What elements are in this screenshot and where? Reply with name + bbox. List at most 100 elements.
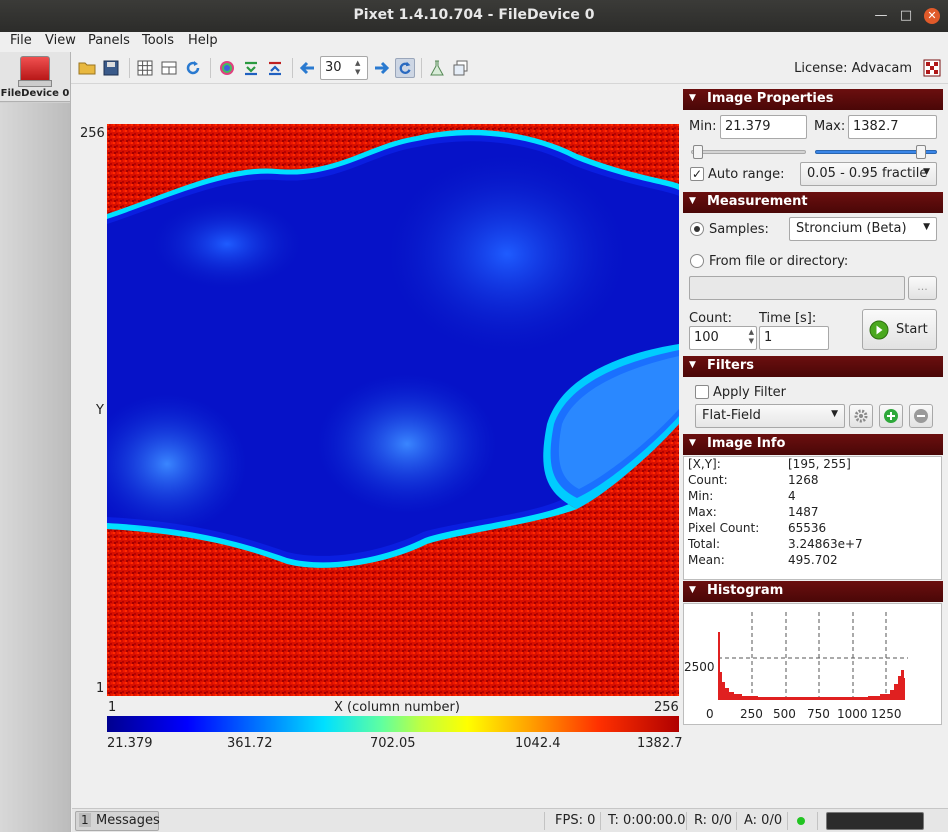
info-row: [X,Y]: [195, 255]	[688, 457, 938, 473]
maximize-button[interactable]: □	[898, 8, 914, 24]
menubar: File View Panels Tools Help	[0, 32, 948, 52]
y-min-label: 1	[96, 681, 105, 696]
info-key: Max:	[688, 505, 717, 519]
filter-settings-button[interactable]	[849, 404, 873, 428]
info-row: Pixel Count: 65536	[688, 521, 938, 537]
open-folder-icon[interactable]	[77, 58, 97, 78]
hist-y-tick: 2500	[684, 660, 715, 674]
info-value: 3.24863e+7	[788, 537, 863, 551]
auto-range-checkbox[interactable]: ✓	[690, 167, 704, 181]
measurement-header[interactable]: Measurement	[683, 192, 943, 213]
progress-bar	[826, 812, 924, 830]
info-row: Count: 1268	[688, 473, 938, 489]
colorbar-tick: 1042.4	[515, 736, 561, 751]
hist-x-tick: 250	[740, 707, 763, 721]
colorbar-tick: 1382.7	[637, 736, 683, 751]
filter-select[interactable]: Flat-Field ▼	[695, 404, 845, 428]
menu-file[interactable]: File	[10, 33, 32, 48]
sort-up-icon[interactable]	[265, 58, 285, 78]
time-input[interactable]: 1	[759, 326, 829, 350]
count-label: Count:	[689, 311, 732, 326]
auto-refresh-icon[interactable]	[395, 58, 415, 78]
info-row: Min: 4	[688, 489, 938, 505]
hist-x-tick: 750	[807, 707, 830, 721]
browse-button[interactable]: ...	[908, 276, 937, 300]
close-button[interactable]: ✕	[924, 8, 940, 24]
from-file-radio[interactable]	[690, 254, 704, 268]
spin-arrows-icon[interactable]: ▲ ▼	[355, 59, 365, 77]
info-row: Total: 3.24863e+7	[688, 537, 938, 553]
a-status: A: 0/0	[744, 813, 783, 828]
device-sidebar: FileDevice 0	[0, 52, 71, 832]
min-slider[interactable]	[691, 145, 806, 159]
apply-filter-checkbox[interactable]	[695, 385, 709, 399]
save-icon[interactable]	[101, 58, 121, 78]
info-key: Pixel Count:	[688, 521, 760, 535]
chevron-down-icon: ▼	[923, 222, 930, 232]
sort-down-icon[interactable]	[241, 58, 261, 78]
chevron-down-icon: ▼	[923, 167, 930, 177]
arrow-right-icon[interactable]	[371, 58, 391, 78]
remove-filter-button[interactable]	[909, 404, 933, 428]
advacam-logo-icon	[923, 59, 941, 77]
max-slider[interactable]	[815, 145, 937, 159]
flask-icon[interactable]	[427, 58, 447, 78]
menu-view[interactable]: View	[45, 33, 76, 48]
colorbar-tick: 702.05	[370, 736, 416, 751]
menu-tools[interactable]: Tools	[142, 33, 174, 48]
samples-radio[interactable]	[690, 222, 704, 236]
time-status: T: 0:00:00.0	[608, 813, 686, 828]
color-palette-icon[interactable]	[217, 58, 237, 78]
grid-icon[interactable]	[135, 58, 155, 78]
window-titlebar: Pixet 1.4.10.704 - FileDevice 0 — □ ✕	[0, 0, 948, 32]
start-label: Start	[896, 322, 928, 337]
add-filter-button[interactable]	[879, 404, 903, 428]
window-title: Pixet 1.4.10.704 - FileDevice 0	[353, 7, 595, 23]
max-label: Max:	[814, 119, 846, 134]
layout-icon[interactable]	[159, 58, 179, 78]
count-value: 100	[694, 330, 719, 345]
status-separator	[817, 812, 818, 830]
status-separator	[787, 812, 788, 830]
file-path-input[interactable]	[689, 276, 905, 300]
copy-window-icon[interactable]	[451, 58, 471, 78]
image-properties-header[interactable]: Image Properties	[683, 89, 943, 110]
toolbar-separator	[129, 58, 130, 78]
range-mode-value: 0.05 - 0.95 fractile	[807, 166, 928, 181]
image-info-header[interactable]: Image Info	[683, 434, 943, 455]
plus-icon	[884, 409, 898, 423]
toolbar: 30 ▲ ▼ License: Advacam	[71, 52, 948, 84]
range-mode-select[interactable]: 0.05 - 0.95 fractile ▼	[800, 162, 937, 186]
frame-count-value: 30	[325, 60, 342, 75]
detector-image[interactable]	[107, 124, 679, 696]
samples-label: Samples:	[709, 222, 769, 237]
min-slider-handle[interactable]	[693, 145, 703, 159]
min-input[interactable]: 21.379	[720, 115, 807, 139]
filters-header[interactable]: Filters	[683, 356, 943, 377]
menu-panels[interactable]: Panels	[88, 33, 130, 48]
count-input[interactable]: 100 ▲ ▼	[689, 326, 757, 350]
max-slider-handle[interactable]	[916, 145, 926, 159]
frame-spinbox[interactable]: 30 ▲ ▼	[320, 56, 368, 80]
histogram-header[interactable]: Histogram	[683, 581, 943, 602]
toolbar-separator	[421, 58, 422, 78]
messages-tab[interactable]: 1 Messages	[75, 811, 160, 831]
messages-label: Messages	[96, 813, 160, 828]
menu-help[interactable]: Help	[188, 33, 218, 48]
arrow-left-icon[interactable]	[298, 58, 318, 78]
minimize-button[interactable]: —	[873, 8, 889, 24]
max-input[interactable]: 1382.7	[848, 115, 937, 139]
sample-select[interactable]: Stroncium (Beta) ▼	[789, 217, 937, 241]
messages-count-badge: 1	[79, 813, 91, 827]
info-value: 1268	[788, 473, 819, 487]
y-max-label: 256	[80, 126, 105, 141]
start-button[interactable]: Start	[862, 309, 937, 350]
status-separator	[686, 812, 687, 830]
from-file-label: From file or directory:	[709, 254, 849, 269]
device-tab[interactable]: FileDevice 0	[0, 52, 70, 102]
refresh-icon[interactable]	[183, 58, 203, 78]
info-key: Min:	[688, 489, 714, 503]
count-spin-icon[interactable]: ▲ ▼	[749, 328, 754, 346]
sidebar-strip	[0, 103, 70, 832]
colorbar-tick: 361.72	[227, 736, 273, 751]
